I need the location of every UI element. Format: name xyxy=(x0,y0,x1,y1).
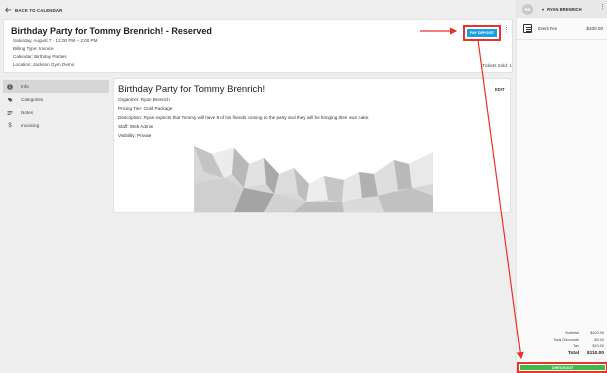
total-label: Total xyxy=(567,350,579,356)
divider xyxy=(517,39,607,40)
nav-item-invoicing[interactable]: $ Invoicing xyxy=(3,119,109,132)
event-side-nav: Info Categories Notes $ Invoicing xyxy=(3,80,109,132)
info-icon xyxy=(7,83,13,90)
user-menu[interactable]: ▾ RYAN BRENRICH xyxy=(542,7,582,12)
more-vert-icon[interactable]: ⋮ xyxy=(503,27,510,34)
back-to-calendar-link[interactable]: BACK TO CALENDAR xyxy=(5,7,62,13)
description: Description: Ryan expects that Tommy wil… xyxy=(118,115,370,120)
pay-deposit-button[interactable]: PAY DEPOSIT xyxy=(463,25,501,41)
back-label: BACK TO CALENDAR xyxy=(15,7,63,13)
checkout-label: CHECKOUT xyxy=(520,365,605,370)
order-totals: Subtotal $100.00 Total Discounts -$0.00 Ta… xyxy=(517,331,607,359)
pricing-tier: Pricing Tier: Gold Package xyxy=(118,106,173,111)
dollar-icon: $ xyxy=(8,122,12,129)
more-vert-icon[interactable]: ⋮ xyxy=(599,4,606,11)
user-name: RYAN BRENRICH xyxy=(547,7,582,12)
edit-button[interactable]: EDIT xyxy=(495,87,505,92)
line-item-price: $100.00 xyxy=(586,26,603,31)
nav-item-notes[interactable]: Notes xyxy=(3,106,109,119)
event-header-card: Birthday Party for Tommy Brenrich! - Res… xyxy=(3,19,513,73)
caret-down-icon: ▾ xyxy=(542,7,545,12)
main-panel: BACK TO CALENDAR Birthday Party for Tomm… xyxy=(0,0,516,373)
tag-icon xyxy=(7,97,13,103)
nav-item-info[interactable]: Info xyxy=(3,80,109,93)
line-item-label: Event Fee xyxy=(538,26,558,31)
details-title: Birthday Party for Tommy Brenrich! xyxy=(118,84,266,95)
event-billing-type: Billing Type: Invoice xyxy=(13,46,54,51)
tickets-sold: Tickets Sold: 1 xyxy=(482,63,512,68)
event-title: Birthday Party for Tommy Brenrich! - Res… xyxy=(11,26,212,36)
organizer: Organizer: Ryan Brenrich xyxy=(118,97,170,102)
nav-item-label: Info xyxy=(21,84,29,89)
staff: Staff: Web Admin xyxy=(118,124,154,129)
total-value: $110.00 xyxy=(586,350,604,356)
event-calendar: Calendar: Birthday Parties xyxy=(13,54,67,59)
visibility: Visibility: Private xyxy=(118,133,152,138)
event-banner-image xyxy=(194,144,433,212)
nav-item-label: Categories xyxy=(21,97,44,102)
avatar[interactable]: RB xyxy=(522,4,533,15)
nav-item-label: Notes xyxy=(21,110,34,115)
total-row: Total $110.00 xyxy=(517,351,607,359)
arrow-left-icon xyxy=(5,7,12,13)
receipt-icon xyxy=(523,24,532,33)
event-details-card: Birthday Party for Tommy Brenrich! EDIT … xyxy=(113,78,511,213)
nav-item-label: Invoicing xyxy=(21,123,40,128)
order-sidebar: RB ▾ RYAN BRENRICH ⋮ Event Fee $100.00 S… xyxy=(516,0,607,373)
event-datetime: Saturday, August 7 · 12:00 PM – 2:00 PM xyxy=(13,38,98,43)
notes-icon xyxy=(7,110,13,116)
event-location: Location: Jackson Gym Demo xyxy=(13,62,75,67)
nav-item-categories[interactable]: Categories xyxy=(3,93,109,106)
checkout-button[interactable]: CHECKOUT xyxy=(517,362,607,373)
user-header: RB ▾ RYAN BRENRICH ⋮ xyxy=(517,0,607,18)
pay-deposit-label: PAY DEPOSIT xyxy=(467,29,497,37)
